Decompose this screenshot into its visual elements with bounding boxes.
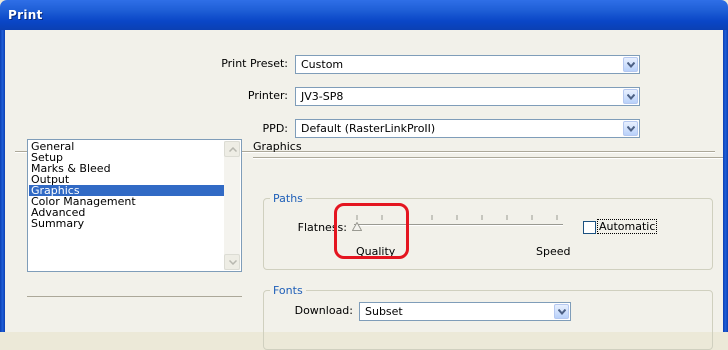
highlight-annotation <box>334 203 409 259</box>
download-value: Subset <box>365 305 403 318</box>
chevron-down-icon[interactable] <box>623 57 638 72</box>
download-dropdown[interactable]: Subset <box>359 302 571 321</box>
list-scrollbar[interactable] <box>224 141 240 270</box>
window-title: Print <box>8 8 43 22</box>
window-frame-right <box>723 30 728 332</box>
chevron-down-icon[interactable] <box>554 304 569 319</box>
chevron-down-icon[interactable] <box>623 121 638 136</box>
chevron-down-icon[interactable] <box>623 89 638 104</box>
title-bar[interactable]: Print <box>0 0 728 30</box>
arrow-up-icon[interactable] <box>224 141 240 157</box>
print-preset-label: Print Preset: <box>221 57 288 70</box>
category-list[interactable]: General Setup Marks & Bleed Output Graph… <box>27 139 242 272</box>
automatic-checkbox[interactable] <box>583 221 596 234</box>
section-divider <box>253 157 723 159</box>
ppd-value: Default (RasterLinkProII) <box>301 122 436 135</box>
automatic-label[interactable]: Automatic <box>596 219 658 234</box>
arrow-down-icon[interactable] <box>224 254 240 270</box>
printer-value: JV3-SP8 <box>301 90 344 103</box>
ppd-dropdown[interactable]: Default (RasterLinkProII) <box>295 119 640 138</box>
list-item[interactable]: Summary <box>31 218 84 229</box>
print-preset-value: Custom <box>301 58 344 71</box>
printer-label: Printer: <box>247 89 288 102</box>
fonts-group-label: Fonts <box>270 284 306 297</box>
list-bottom-divider <box>27 296 242 297</box>
download-label: Download: <box>294 304 353 317</box>
paths-group-label: Paths <box>270 192 306 205</box>
printer-dropdown[interactable]: JV3-SP8 <box>295 87 640 106</box>
ppd-label: PPD: <box>262 122 288 135</box>
section-title: Graphics <box>253 140 302 153</box>
print-preset-dropdown[interactable]: Custom <box>295 55 640 74</box>
paths-group <box>263 198 713 270</box>
speed-label: Speed <box>536 245 571 258</box>
